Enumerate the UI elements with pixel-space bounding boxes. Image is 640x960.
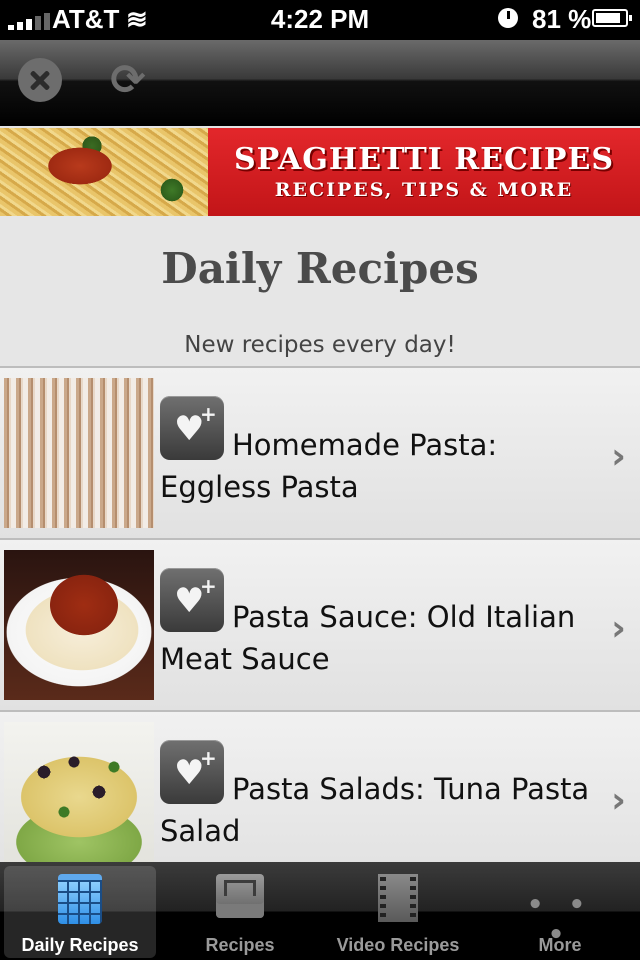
close-button[interactable] bbox=[16, 56, 64, 104]
tab-label: Recipes bbox=[205, 935, 275, 955]
recipe-thumbnail bbox=[4, 550, 154, 700]
tray-icon bbox=[216, 874, 264, 918]
top-toolbar: ⟳ bbox=[0, 40, 640, 126]
refresh-button[interactable]: ⟳ bbox=[104, 56, 152, 104]
tab-label: Video Recipes bbox=[336, 935, 460, 955]
refresh-icon: ⟳ bbox=[110, 55, 146, 104]
chevron-right-icon: › bbox=[611, 608, 626, 649]
battery-icon bbox=[592, 9, 632, 27]
plus-icon: + bbox=[200, 402, 217, 426]
recipe-title: Pasta Salads: Tuna Pasta Salad bbox=[160, 772, 590, 848]
page-header: Daily Recipes New recipes every day! bbox=[0, 216, 640, 366]
tab-more[interactable]: • • • More bbox=[484, 866, 636, 958]
status-bar: AT&T ≋ 4:22 PM 81 % bbox=[0, 0, 640, 40]
chevron-right-icon: › bbox=[611, 436, 626, 477]
plus-icon: + bbox=[200, 746, 217, 770]
tab-label: Daily Recipes bbox=[21, 935, 139, 955]
plus-icon: + bbox=[200, 574, 217, 598]
battery-percentage: 81 % bbox=[532, 4, 592, 34]
banner-spaghetti-photo bbox=[0, 128, 208, 216]
banner-title: SPAGHETTI RECIPES bbox=[233, 142, 614, 177]
banner-text-area: SPAGHETTI RECIPES RECIPES, TIPS & MORE bbox=[208, 128, 640, 216]
calendar-icon bbox=[58, 874, 102, 924]
tab-recipes[interactable]: Recipes bbox=[164, 866, 316, 958]
list-item[interactable]: ♥ + Pasta Salads: Tuna Pasta Salad › bbox=[0, 710, 640, 882]
recipe-thumbnail bbox=[4, 722, 154, 872]
tab-video-recipes[interactable]: Video Recipes bbox=[322, 866, 474, 958]
alarm-clock-icon bbox=[498, 8, 518, 28]
page-title: Daily Recipes bbox=[161, 244, 479, 293]
recipe-title: Homemade Pasta: Eggless Pasta bbox=[160, 428, 498, 504]
ad-banner[interactable]: SPAGHETTI RECIPES RECIPES, TIPS & MORE bbox=[0, 128, 640, 216]
tab-label: More bbox=[538, 935, 582, 955]
page-subtitle: New recipes every day! bbox=[184, 332, 456, 358]
chevron-right-icon: › bbox=[611, 780, 626, 821]
film-icon bbox=[378, 874, 418, 922]
close-circle-icon bbox=[18, 58, 62, 102]
recipe-thumbnail bbox=[4, 378, 154, 528]
tab-bar: Daily Recipes Recipes Video Recipes • • … bbox=[0, 862, 640, 960]
recipe-title: Pasta Sauce: Old Italian Meat Sauce bbox=[160, 600, 576, 676]
recipe-list: ♥ + Homemade Pasta: Eggless Pasta › ♥ + … bbox=[0, 366, 640, 882]
tab-daily-recipes[interactable]: Daily Recipes bbox=[4, 866, 156, 958]
list-item[interactable]: ♥ + Pasta Sauce: Old Italian Meat Sauce … bbox=[0, 538, 640, 710]
banner-subtitle: RECIPES, TIPS & MORE bbox=[274, 179, 574, 201]
list-item[interactable]: ♥ + Homemade Pasta: Eggless Pasta › bbox=[0, 366, 640, 538]
